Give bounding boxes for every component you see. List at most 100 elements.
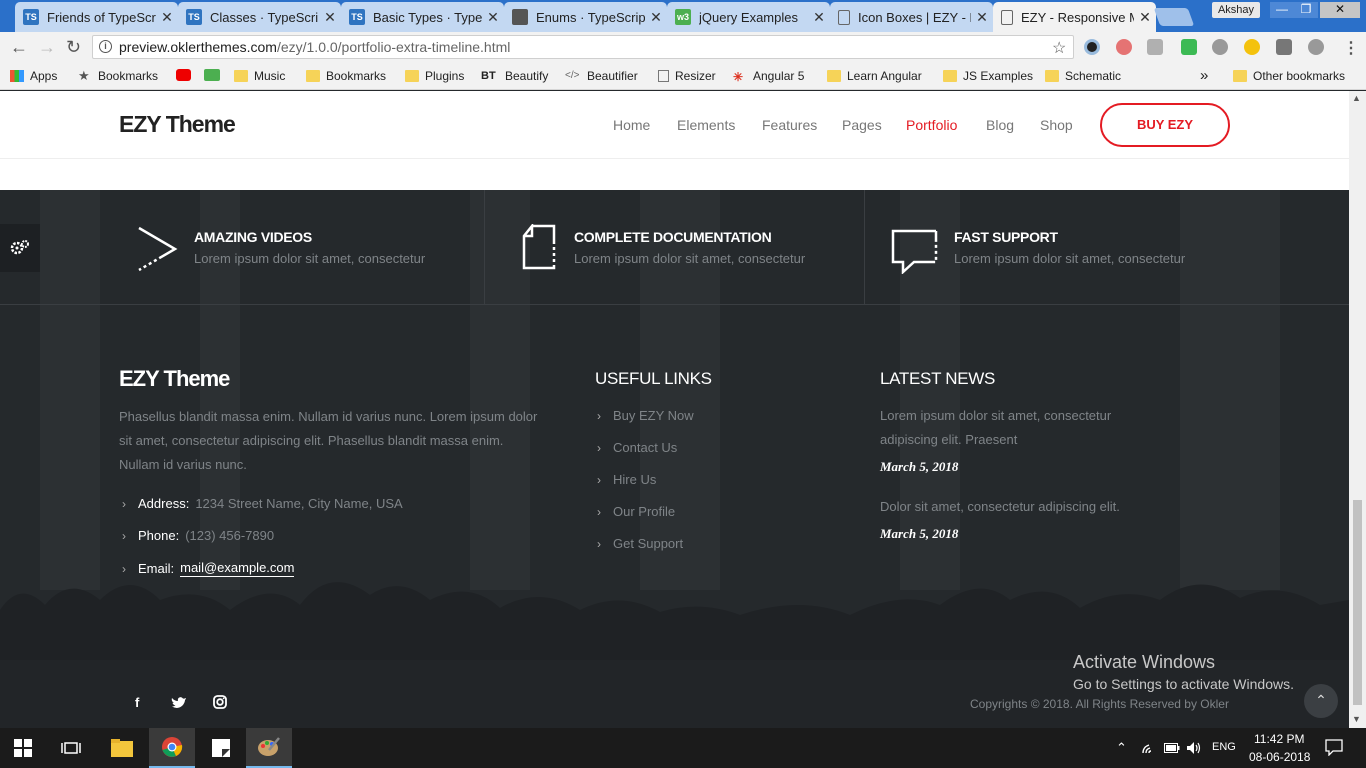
footer-logo[interactable]: EZY Theme — [119, 366, 230, 392]
camera-icon[interactable] — [1276, 39, 1292, 55]
start-icon[interactable] — [0, 728, 46, 768]
bookmark-folder[interactable]: JS Examples — [943, 69, 1033, 83]
bookmark-item[interactable]: Resizer — [658, 69, 716, 83]
extension-icon[interactable] — [1084, 39, 1100, 55]
close-tab-icon[interactable]: ✕ — [971, 9, 993, 26]
buy-ezy-button[interactable]: BUY EZY — [1100, 103, 1230, 147]
close-tab-icon[interactable]: ✕ — [808, 9, 830, 26]
nav-home[interactable]: Home — [613, 117, 650, 133]
notifications-icon[interactable] — [1325, 739, 1343, 756]
email-link[interactable]: mail@example.com — [180, 560, 295, 577]
file-explorer-icon[interactable] — [99, 728, 145, 768]
bookmark-folder[interactable]: Music — [234, 69, 285, 83]
bookmark-item[interactable] — [204, 69, 226, 81]
nav-blog[interactable]: Blog — [986, 117, 1014, 133]
extension-icon[interactable] — [1181, 39, 1197, 55]
network-icon[interactable] — [1141, 741, 1157, 755]
back-icon[interactable]: ← — [10, 38, 28, 56]
new-tab-button[interactable] — [1153, 8, 1195, 26]
extension-icon[interactable] — [1116, 39, 1132, 55]
browser-tab[interactable]: w3 jQuery Examples ✕ — [667, 2, 830, 32]
scroll-down-arrow[interactable]: ▼ — [1352, 714, 1361, 724]
footer-link[interactable]: › Hire Us — [597, 472, 656, 487]
activate-windows-subtitle: Go to Settings to activate Windows. — [1073, 676, 1294, 692]
browser-tab[interactable]: TS Basic Types · TypeSc✕ — [341, 2, 504, 32]
bookmark-item[interactable]: ★ Bookmarks — [78, 69, 158, 83]
clock-date[interactable]: 08-06-2018 — [1249, 750, 1310, 764]
instagram-icon[interactable] — [213, 695, 227, 709]
restore-button[interactable]: ❐ — [1294, 2, 1318, 18]
twitter-icon[interactable] — [171, 696, 187, 709]
browser-tab[interactable]: Enums · TypeScript ✕ — [504, 2, 667, 32]
bookmark-folder[interactable]: Schematic — [1045, 69, 1121, 83]
contact-phone: › Phone: (123) 456-7890 — [122, 528, 275, 543]
paint-icon[interactable] — [246, 728, 292, 768]
browser-tab[interactable]: TS Classes · TypeScript ✕ — [178, 2, 341, 32]
nav-pages[interactable]: Pages — [842, 117, 882, 133]
reload-icon[interactable]: ↻ — [66, 38, 81, 56]
bookmark-item[interactable] — [176, 69, 197, 81]
bookmark-folder[interactable]: Bookmarks — [306, 69, 386, 83]
clock-time[interactable]: 11:42 PM — [1254, 732, 1304, 746]
forward-icon[interactable]: → — [38, 38, 56, 56]
bookmark-folder[interactable]: Plugins — [405, 69, 464, 83]
scroll-up-arrow[interactable]: ▲ — [1352, 93, 1361, 103]
scrollbar-thumb[interactable] — [1353, 500, 1362, 705]
news-text[interactable]: Lorem ipsum dolor sit amet, consectetur — [880, 404, 1111, 428]
language-indicator[interactable]: ENG — [1212, 741, 1236, 753]
minimize-button[interactable]: — — [1270, 2, 1294, 18]
nav-portfolio[interactable]: Portfolio — [906, 117, 957, 133]
profile-button[interactable]: Akshay — [1212, 2, 1260, 18]
settings-gear-icon[interactable] — [0, 224, 40, 272]
bookmark-apps[interactable]: Apps — [10, 69, 57, 83]
folder-icon — [1233, 70, 1247, 82]
close-tab-icon[interactable]: ✕ — [319, 9, 341, 26]
extension-icon[interactable] — [1244, 39, 1260, 55]
site-logo[interactable]: EZY Theme — [119, 111, 236, 138]
tab-title: Icon Boxes | EZY - R — [858, 9, 971, 25]
news-date: March 5, 2018 — [880, 459, 959, 474]
news-text[interactable]: adipiscing elit. Praesent — [880, 428, 1017, 452]
nav-features[interactable]: Features — [762, 117, 817, 133]
browser-tab[interactable]: EZY - Responsive M ✕ — [993, 2, 1156, 32]
close-window-button[interactable]: ✕ — [1320, 2, 1360, 18]
extension-icon[interactable] — [1308, 39, 1324, 55]
extension-icon[interactable] — [1212, 39, 1228, 55]
bookmark-folder[interactable]: Learn Angular — [827, 69, 922, 83]
bookmark-star-icon[interactable]: ☆ — [1052, 38, 1066, 58]
task-view-icon[interactable] — [48, 728, 94, 768]
close-tab-icon[interactable]: ✕ — [482, 9, 504, 26]
bookmarks-overflow[interactable]: » — [1200, 67, 1208, 84]
footer-link[interactable]: › Get Support — [597, 536, 683, 551]
close-tab-icon[interactable]: ✕ — [645, 9, 667, 26]
nav-elements[interactable]: Elements — [677, 117, 735, 133]
scroll-to-top-button[interactable]: ⌃ — [1304, 684, 1338, 718]
volume-icon[interactable] — [1186, 741, 1202, 755]
menu-icon[interactable]: ⋮ — [1343, 38, 1359, 58]
bookmark-item[interactable]: </> Beautifier — [565, 69, 638, 83]
close-tab-icon[interactable]: ✕ — [156, 9, 178, 26]
footer-link[interactable]: › Buy EZY Now — [597, 408, 694, 423]
feature-desc: Lorem ipsum dolor sit amet, consectetur — [194, 251, 426, 266]
bookmark-item[interactable]: ✳ Angular 5 — [733, 69, 804, 84]
extension-icon[interactable] — [1147, 39, 1163, 55]
facebook-icon[interactable]: f — [135, 695, 139, 710]
nav-shop[interactable]: Shop — [1040, 117, 1073, 133]
footer-link[interactable]: › Contact Us — [597, 440, 677, 455]
news-text[interactable]: Dolor sit amet, consectetur adipiscing e… — [880, 495, 1120, 519]
tray-overflow-icon[interactable]: ⌃ — [1116, 740, 1127, 756]
chrome-icon[interactable] — [149, 728, 195, 768]
browser-tab[interactable]: TS Friends of TypeScrip ✕ — [15, 2, 178, 32]
bookmark-item[interactable]: BT Beautify — [481, 69, 548, 83]
close-tab-icon[interactable]: ✕ — [1134, 9, 1156, 26]
info-icon[interactable]: i — [99, 40, 112, 53]
browser-tab[interactable]: Icon Boxes | EZY - R ✕ — [830, 2, 993, 32]
page-icon — [1001, 9, 1013, 25]
tab-title: Basic Types · TypeSc — [373, 9, 482, 25]
footer-link[interactable]: › Our Profile — [597, 504, 675, 519]
battery-icon[interactable] — [1164, 743, 1180, 753]
sticky-notes-icon[interactable] — [198, 728, 244, 768]
address-bar[interactable]: i preview.oklerthemes.com/ezy/1.0.0/port… — [92, 35, 1074, 59]
other-bookmarks[interactable]: Other bookmarks — [1233, 69, 1345, 83]
chevron-right-icon: › — [122, 528, 126, 543]
